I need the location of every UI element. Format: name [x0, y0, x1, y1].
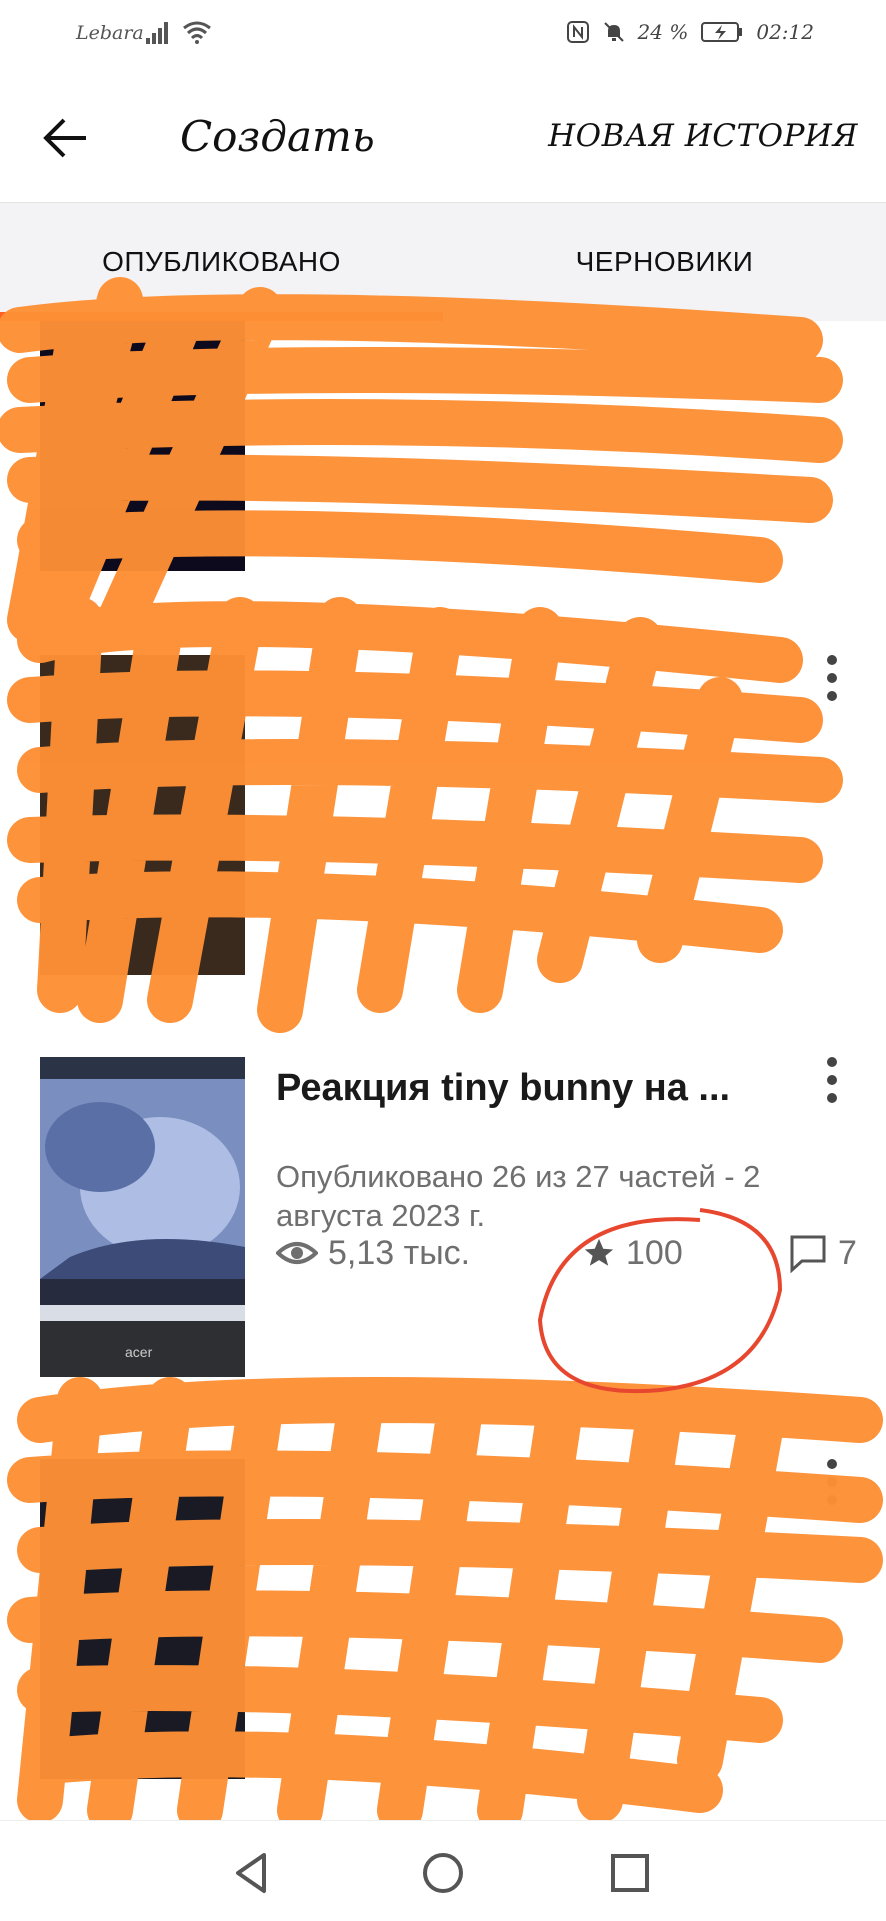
page-title: Создать — [180, 112, 375, 161]
nav-back-icon[interactable] — [228, 1849, 276, 1897]
story-cover — [40, 655, 245, 975]
story-cover — [40, 1459, 245, 1779]
story-cover: acer — [40, 1057, 245, 1377]
app-bar: Создать НОВАЯ ИСТОРИЯ — [0, 70, 886, 203]
more-options-button[interactable] — [822, 655, 842, 701]
story-item[interactable] — [0, 321, 886, 617]
comment-icon — [790, 1235, 826, 1273]
more-options-button[interactable] — [822, 1459, 842, 1505]
story-item[interactable]: acer Реакция tiny bunny на ... Опубликов… — [0, 1017, 886, 1421]
votes-stat: 100 — [582, 1234, 788, 1273]
back-arrow-icon[interactable] — [40, 112, 92, 164]
battery-icon — [701, 22, 743, 42]
signal-wifi-group — [146, 20, 212, 44]
nav-recents-icon[interactable] — [606, 1849, 654, 1897]
status-right: 24 % 02:12 — [566, 20, 814, 44]
comments-stat: 7 — [788, 1233, 857, 1273]
nfc-icon — [566, 21, 589, 43]
story-publish-info: Опубликовано 26 из 27 частей - 2 августа… — [276, 1159, 761, 1233]
tab-published[interactable]: ОПУБЛИКОВАНО — [0, 203, 443, 321]
more-options-button[interactable] — [822, 1057, 842, 1103]
story-item[interactable] — [0, 615, 886, 1019]
system-nav-bar — [0, 1820, 886, 1921]
story-stats: 5,13 тыс. 100 7 — [276, 1233, 857, 1273]
active-tab-indicator — [0, 312, 443, 321]
carrier-name: Lebara — [76, 22, 144, 44]
tab-drafts[interactable]: ЧЕРНОВИКИ — [443, 203, 886, 321]
story-item[interactable] — [0, 1419, 886, 1820]
signal-icon — [146, 22, 168, 44]
eye-icon — [276, 1242, 318, 1264]
story-cover — [40, 321, 245, 571]
reads-stat: 5,13 тыс. — [276, 1234, 582, 1273]
new-story-button[interactable]: НОВАЯ ИСТОРИЯ — [548, 118, 858, 154]
story-title[interactable]: Реакция tiny bunny на ... — [276, 1067, 730, 1110]
mute-bell-icon — [603, 22, 624, 42]
reads-count: 5,13 тыс. — [328, 1233, 471, 1272]
status-bar: Lebara 24 % 02:12 — [0, 0, 886, 70]
clock: 02:12 — [756, 20, 814, 44]
comments-count: 7 — [838, 1233, 857, 1272]
svg-text:acer: acer — [125, 1344, 153, 1360]
nav-home-icon[interactable] — [419, 1849, 467, 1897]
wifi-icon — [183, 21, 211, 44]
votes-count: 100 — [626, 1233, 683, 1272]
battery-percent: 24 % — [637, 20, 689, 44]
tab-bar: ОПУБЛИКОВАНО ЧЕРНОВИКИ — [0, 203, 886, 321]
star-icon — [584, 1238, 614, 1266]
